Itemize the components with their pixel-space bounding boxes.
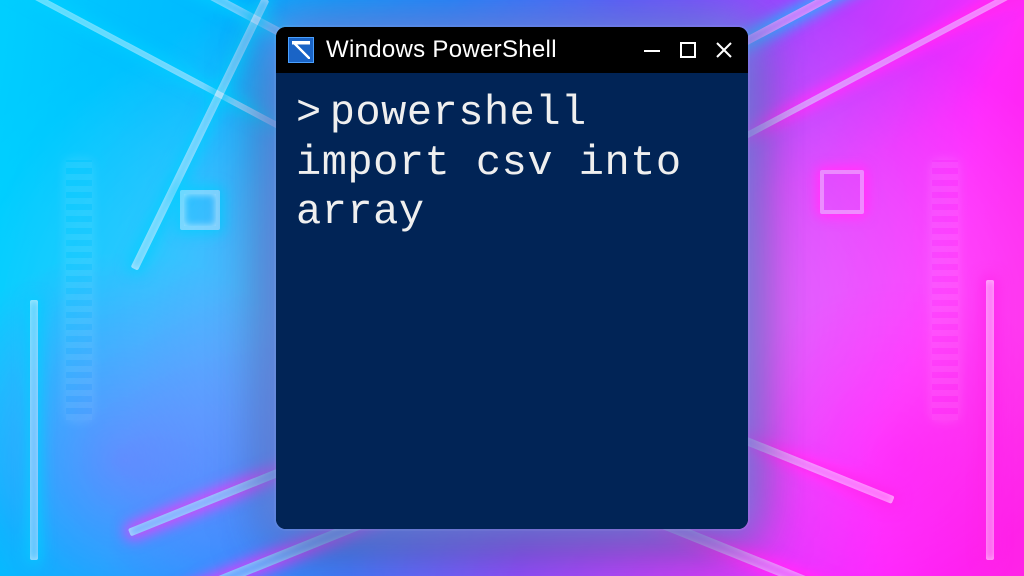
maximize-button[interactable]: [678, 40, 698, 60]
powershell-window: Windows PowerShell >powershell import cs…: [276, 27, 748, 529]
titlebar[interactable]: Windows PowerShell: [276, 27, 748, 73]
terminal-command-text: powershell import csv into array: [296, 89, 707, 236]
minimize-button[interactable]: [642, 40, 662, 60]
terminal-body[interactable]: >powershell import csv into array: [276, 73, 748, 529]
minimize-icon: [642, 40, 662, 60]
close-button[interactable]: [714, 40, 734, 60]
window-controls: [642, 40, 734, 60]
window-title: Windows PowerShell: [326, 36, 630, 64]
prompt-symbol: >: [296, 89, 322, 137]
close-icon: [714, 40, 734, 60]
maximize-icon: [678, 40, 698, 60]
powershell-app-icon: [288, 37, 314, 63]
